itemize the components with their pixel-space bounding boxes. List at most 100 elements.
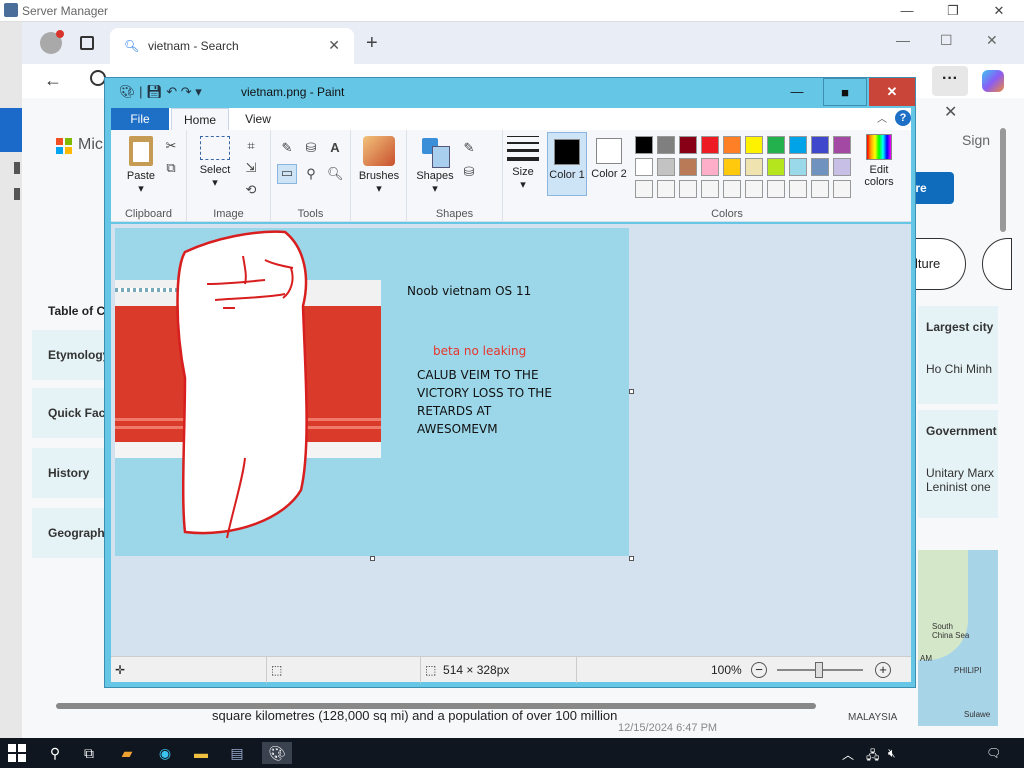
palette-swatch[interactable] (657, 136, 675, 154)
network-icon[interactable]: 🖧︎ (866, 746, 879, 767)
browser-tab[interactable]: 🔍︎ vietnam - Search ✕ (110, 28, 354, 64)
palette-swatch[interactable] (635, 136, 653, 154)
search-icon[interactable]: ⚲ (44, 742, 66, 764)
tab-home[interactable]: Home (171, 108, 229, 130)
resize-handle-corner[interactable] (629, 556, 634, 561)
palette-swatch[interactable] (723, 158, 741, 176)
sidebar-item-icon[interactable] (14, 162, 20, 174)
tab-close-icon[interactable]: ✕ (328, 37, 340, 54)
palette-swatch[interactable] (679, 158, 697, 176)
palette-swatch[interactable] (811, 136, 829, 154)
help-icon[interactable]: ? (895, 110, 911, 126)
tab-view[interactable]: View (229, 108, 287, 130)
outline-icon[interactable]: ✎ (461, 140, 477, 156)
back-arrow-icon[interactable]: ← (44, 70, 62, 91)
palette-swatch[interactable] (679, 180, 697, 198)
text-tool-icon[interactable]: A (327, 140, 343, 156)
crop-icon[interactable]: ⌗ (243, 138, 259, 154)
sign-in-link[interactable]: Sign (962, 132, 990, 148)
palette-swatch[interactable] (657, 180, 675, 198)
cut-icon[interactable]: ✂ (163, 138, 179, 154)
pencil-icon[interactable]: ✎ (279, 140, 295, 156)
start-button[interactable] (8, 742, 30, 764)
palette-swatch[interactable] (833, 158, 851, 176)
palette-swatch[interactable] (767, 158, 785, 176)
palette-swatch[interactable] (789, 180, 807, 198)
resize-icon[interactable]: ⇲ (243, 160, 259, 176)
edit-colors-button[interactable]: Edit colors (861, 134, 897, 188)
palette-swatch[interactable] (723, 136, 741, 154)
palette-swatch[interactable] (745, 180, 763, 198)
zoom-out-button[interactable]: − (751, 662, 767, 678)
horizontal-scrollbar[interactable] (36, 698, 992, 714)
profile-avatar[interactable] (40, 30, 64, 54)
close-icon[interactable]: ✕ (984, 2, 1014, 20)
palette-swatch[interactable] (635, 158, 653, 176)
size-button[interactable]: Size ▾ (505, 136, 541, 191)
magnifier-icon[interactable]: 🔍︎ (327, 166, 344, 182)
zoom-slider-thumb[interactable] (815, 662, 823, 678)
minimize-icon[interactable]: — (892, 2, 922, 20)
sidebar-selected-item[interactable] (0, 108, 22, 152)
restore-icon[interactable]: ❐ (938, 2, 968, 20)
paint-minimize-button[interactable]: — (775, 78, 819, 106)
palette-swatch[interactable] (789, 158, 807, 176)
palette-swatch[interactable] (723, 180, 741, 198)
resize-handle-right[interactable] (629, 389, 634, 394)
shapes-button[interactable]: Shapes ▾ (413, 136, 457, 195)
fill-icon[interactable]: ⛁ (303, 140, 319, 156)
paint-taskbar-icon[interactable]: 🎨︎ (262, 742, 292, 764)
palette-swatch[interactable] (657, 158, 675, 176)
palette-swatch[interactable] (745, 136, 763, 154)
panel-close-icon[interactable]: ✕ (944, 102, 957, 122)
palette-swatch[interactable] (811, 180, 829, 198)
more-options-button[interactable]: ··· (932, 66, 968, 96)
app-icon[interactable]: ▰ (116, 742, 138, 764)
edge-icon[interactable]: ◉ (154, 742, 176, 764)
paint-maximize-button[interactable]: ■ (823, 78, 867, 106)
zoom-in-button[interactable]: + (875, 662, 891, 678)
canvas-area[interactable]: Noob vietnam OS 11 beta no leaking CALUB… (111, 224, 911, 656)
palette-swatch[interactable] (811, 158, 829, 176)
palette-swatch[interactable] (635, 180, 653, 198)
volume-muted-icon[interactable]: 🔇︎ (888, 746, 896, 761)
copilot-icon[interactable] (982, 70, 1004, 92)
notifications-icon[interactable]: 🗨︎ (986, 746, 1001, 760)
browser-maximize-icon[interactable]: ☐ (940, 32, 953, 49)
rotate-icon[interactable]: ⟲ (243, 182, 259, 198)
browser-close-icon[interactable]: ✕ (986, 32, 998, 49)
brushes-button[interactable]: Brushes ▾ (357, 136, 401, 195)
resize-handle-bottom[interactable] (370, 556, 375, 561)
tray-overflow-icon[interactable]: ︿ (842, 746, 854, 763)
server-manager-taskbar-icon[interactable]: ▤ (226, 742, 248, 764)
drawing-canvas[interactable]: Noob vietnam OS 11 beta no leaking CALUB… (115, 228, 629, 556)
collapse-ribbon-icon[interactable]: ︿ (877, 110, 887, 125)
scrollbar-thumb[interactable] (1000, 128, 1006, 232)
task-view-icon[interactable]: ⧉ (78, 742, 100, 764)
palette-swatch[interactable] (701, 158, 719, 176)
palette-swatch[interactable] (701, 136, 719, 154)
tab-actions-icon[interactable] (80, 36, 94, 50)
color-picker-icon[interactable]: ⚲ (303, 166, 319, 182)
palette-swatch[interactable] (701, 180, 719, 198)
color1-selector[interactable]: Color 1 (547, 132, 587, 196)
color2-selector[interactable]: Color 2 (589, 132, 629, 196)
palette-swatch[interactable] (789, 136, 807, 154)
paste-button[interactable]: Paste ▾ (121, 136, 161, 195)
tab-file[interactable]: File (111, 108, 169, 130)
quick-access-toolbar[interactable]: 🎨︎ | 💾︎ ↶ ↷ ▾ (119, 84, 202, 100)
sidebar-item-icon[interactable] (14, 188, 20, 200)
file-explorer-icon[interactable]: ▬ (190, 742, 212, 764)
vertical-scrollbar[interactable] (1000, 128, 1008, 238)
next-chip[interactable] (982, 238, 1012, 290)
copy-icon[interactable]: ⧉ (163, 160, 179, 176)
fill-shape-icon[interactable]: ⛁ (461, 164, 477, 180)
scrollbar-thumb[interactable] (56, 703, 816, 709)
palette-swatch[interactable] (833, 136, 851, 154)
eraser-icon[interactable]: ▭ (277, 164, 297, 184)
palette-swatch[interactable] (833, 180, 851, 198)
palette-swatch[interactable] (745, 158, 763, 176)
paint-close-button[interactable]: ✕ (869, 78, 915, 106)
browser-minimize-icon[interactable]: — (896, 32, 910, 48)
new-tab-button[interactable]: + (366, 32, 378, 55)
